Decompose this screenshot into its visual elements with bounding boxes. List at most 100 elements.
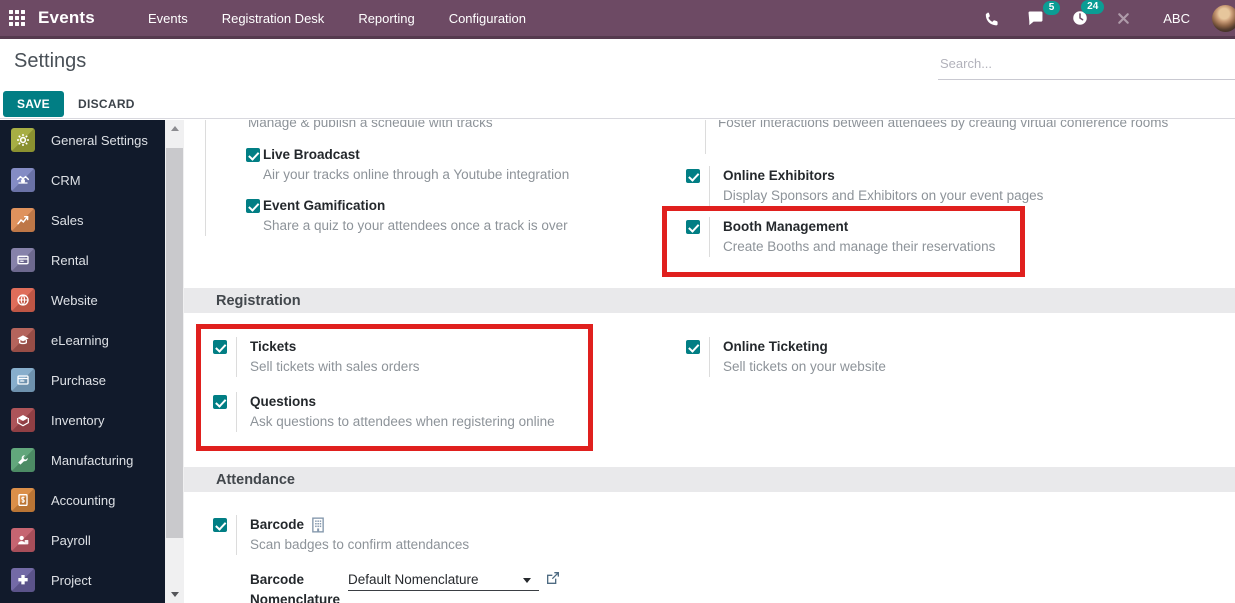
sidebar-item-general-settings[interactable]: General Settings (0, 120, 165, 160)
chat-bubble-icon (1028, 11, 1043, 25)
menu-item-events[interactable]: Events (131, 0, 205, 38)
elearning-app-icon (11, 328, 35, 352)
sidebar-item-rental[interactable]: Rental (0, 240, 165, 280)
control-panel: Settings SAVE DISCARD (0, 42, 1235, 119)
accounting-app-icon (11, 488, 35, 512)
setting-description: Scan badges to confirm attendances (250, 537, 470, 552)
sales-app-icon (11, 208, 35, 232)
settings-app-sidebar: General Settings CRM Sales Rental Websit… (0, 120, 165, 603)
annotation-box-tickets-questions (196, 324, 593, 451)
setting-live-broadcast: Live Broadcast Air your tracks online th… (246, 145, 569, 185)
section-title: Attendance (216, 471, 295, 488)
sidebar-item-label: eLearning (51, 332, 109, 348)
sidebar-item-label: Project (51, 572, 92, 588)
sidebar-item-label: Purchase (51, 372, 106, 388)
online-ticketing-checkbox[interactable] (686, 340, 700, 354)
setting-description: Display Sponsors and Exhibitors on your … (723, 188, 1044, 203)
activities-count-badge: 24 (1081, 0, 1105, 14)
settings-content: Manage & publish a schedule with tracks … (184, 120, 1235, 603)
sidebar-item-elearning[interactable]: eLearning (0, 320, 165, 360)
sidebar-item-sales[interactable]: Sales (0, 200, 165, 240)
website-app-icon (11, 288, 35, 312)
setting-description: Air your tracks online through a Youtube… (263, 167, 570, 182)
setting-label: Online Exhibitors (723, 168, 835, 183)
sidebar-item-crm[interactable]: CRM (0, 160, 165, 200)
sidebar-item-label: Sales (51, 212, 84, 228)
setting-label: Online Ticketing (723, 339, 828, 354)
down-arrow-icon (170, 592, 179, 597)
app-name: Events (38, 8, 95, 27)
sidebar-item-payroll[interactable]: Payroll (0, 520, 165, 560)
save-button[interactable]: SAVE (3, 91, 64, 117)
barcode-nomenclature-select-value[interactable]: Default Nomenclature (348, 572, 479, 588)
setting-separator (709, 337, 710, 377)
menu-item-registration-desk[interactable]: Registration Desk (205, 0, 342, 38)
annotation-box-booth-management (662, 206, 1025, 277)
sidebar-item-inventory[interactable]: Inventory (0, 400, 165, 440)
barcode-nomenclature-label-line1: Barcode (250, 572, 305, 587)
dropdown-caret-icon[interactable] (523, 578, 531, 583)
select-underline (348, 590, 539, 591)
event-gamification-checkbox[interactable] (246, 199, 260, 213)
setting-online-ticketing: Online Ticketing Sell tickets on your we… (686, 337, 886, 377)
top-navbar: Events Events Registration Desk Reportin… (0, 0, 1235, 39)
sidebar-item-purchase[interactable]: Purchase (0, 360, 165, 400)
setting-label: Event Gamification (263, 198, 386, 213)
inventory-app-icon (11, 408, 35, 432)
sidebar-item-label: Manufacturing (51, 452, 134, 468)
setting-separator (705, 120, 706, 154)
setting-description: Share a quiz to your attendees once a tr… (263, 218, 568, 233)
scroll-up-button[interactable] (165, 120, 184, 137)
voip-phone-icon[interactable] (970, 10, 1013, 27)
payroll-app-icon (11, 528, 35, 552)
sidebar-item-accounting[interactable]: Accounting (0, 480, 165, 520)
search-input[interactable] (938, 52, 1235, 80)
community-rooms-description: Foster interactions between attendees by… (718, 120, 1169, 130)
sidebar-item-label: Payroll (51, 532, 91, 548)
discard-button[interactable]: DISCARD (70, 91, 143, 117)
vertical-scrollbar (165, 120, 184, 603)
messages-icon-button[interactable]: 5 (1013, 0, 1061, 27)
section-header-attendance: Attendance (184, 467, 1235, 492)
up-arrow-icon (170, 126, 179, 131)
enterprise-building-icon (312, 517, 324, 533)
search-box (938, 52, 1235, 80)
rental-app-icon (11, 248, 35, 272)
setting-label: Live Broadcast (263, 147, 360, 162)
sidebar-item-label: General Settings (51, 132, 148, 148)
setting-separator (709, 166, 710, 206)
online-exhibitors-checkbox[interactable] (686, 169, 700, 183)
setting-group-separator (205, 120, 206, 236)
sidebar-item-project[interactable]: Project (0, 560, 165, 600)
sidebar-item-manufacturing[interactable]: Manufacturing (0, 440, 165, 480)
section-header-registration: Registration (184, 288, 1235, 313)
setting-label: Barcode (250, 517, 305, 532)
barcode-nomenclature-label-line2: Nomenclature (250, 592, 341, 603)
crossed-tools-icon (1118, 12, 1130, 24)
support-tools-button[interactable] (1102, 10, 1145, 27)
live-broadcast-checkbox[interactable] (246, 148, 260, 162)
setting-separator (236, 515, 237, 555)
apps-grid-icon[interactable] (9, 9, 26, 27)
menu-item-reporting[interactable]: Reporting (341, 0, 431, 38)
scroll-down-button[interactable] (165, 586, 184, 603)
menu-item-configuration[interactable]: Configuration (432, 0, 543, 38)
setting-barcode: Barcode Scan badges to confirm attendanc… (213, 515, 469, 555)
top-menu: Events Registration Desk Reporting Confi… (131, 0, 543, 38)
project-app-icon (11, 568, 35, 592)
crm-app-icon (11, 168, 35, 192)
purchase-app-icon (11, 368, 35, 392)
sidebar-item-label: Accounting (51, 492, 116, 508)
scrollbar-thumb[interactable] (166, 148, 183, 538)
setting-event-gamification: Event Gamification Share a quiz to your … (246, 196, 568, 236)
page-title: Settings (14, 50, 87, 72)
schedule-tracks-description: Manage & publish a schedule with tracks (248, 120, 493, 130)
company-switcher[interactable]: ABC (1145, 11, 1212, 26)
barcode-checkbox[interactable] (213, 518, 227, 532)
activities-icon-button[interactable]: 24 (1058, 0, 1105, 27)
sidebar-item-website[interactable]: Website (0, 280, 165, 320)
manufacturing-app-icon (11, 448, 35, 472)
user-avatar[interactable] (1212, 4, 1235, 32)
sidebar-item-label: Website (51, 292, 98, 308)
external-link-icon[interactable] (545, 570, 561, 586)
